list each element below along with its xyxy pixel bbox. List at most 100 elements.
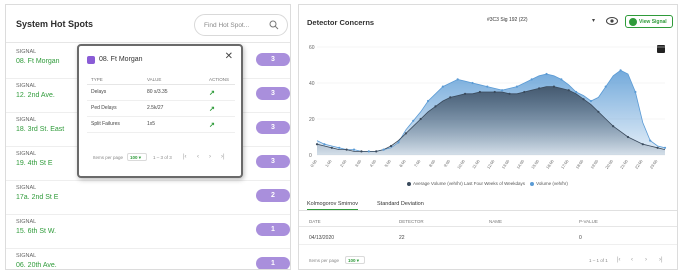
first-page-icon[interactable]: |‹: [617, 257, 621, 263]
table-row: Ped Delays 2.5k/27 ↗: [87, 101, 235, 117]
column-header-date: DATE: [309, 219, 321, 224]
average-volume-point: [582, 98, 585, 101]
next-page-icon[interactable]: ›: [209, 154, 211, 160]
table-row: 04/13/2020 22 0: [299, 233, 677, 245]
tab-standard-deviation[interactable]: Standard Deviation: [377, 201, 424, 207]
legend-label-volume: Volume (veh/hr): [536, 181, 568, 186]
spot-type-label: SIGNAL: [16, 49, 37, 55]
row-value: 2.5k/27: [147, 105, 164, 111]
issue-count-badge[interactable]: 1: [256, 223, 290, 236]
average-volume-point: [612, 125, 615, 128]
page-range: 1 – 3 of 3: [153, 155, 172, 160]
y-tick-label: 60: [309, 45, 315, 51]
column-header-actions: ACTIONS: [209, 77, 230, 82]
row-pvalue: 0: [579, 235, 582, 241]
legend-swatch-average: [407, 181, 411, 186]
popup-paginator: Items per page 100 ▾ 1 – 3 of 3 |‹ ‹ › ›…: [93, 153, 233, 164]
average-volume-point: [626, 135, 630, 139]
issue-count-badge[interactable]: 3: [256, 155, 290, 168]
divider: [6, 42, 290, 43]
items-per-page-label: Items per page: [309, 258, 340, 263]
x-tick-label: 12:00: [486, 158, 496, 170]
x-tick-label: 18:00: [575, 158, 585, 170]
volume-chart: 60 40 20 00:00 1:00 2:00 3:00 4:00 5:00 6:00 7:00 8…: [309, 45, 667, 170]
row-detector: 22: [399, 235, 405, 241]
detector-select[interactable]: #3C3 Sig 192 (22) ▾: [457, 17, 597, 28]
column-header-pvalue: P-VALUE: [579, 219, 598, 224]
view-signal-label: View Signal: [639, 19, 667, 25]
last-page-icon[interactable]: ›|: [221, 154, 225, 160]
spot-type-label: SIGNAL: [16, 151, 37, 157]
spot-name[interactable]: 19. 4th St E: [16, 160, 53, 167]
hot-spot-row[interactable]: SIGNAL 15. 6th St W. 1: [6, 215, 290, 249]
average-volume-point: [508, 92, 511, 95]
search-icon[interactable]: [269, 20, 279, 30]
close-icon[interactable]: ✕: [225, 51, 233, 62]
page-range: 1 – 1 of 1: [589, 258, 608, 263]
volume-point: [338, 146, 341, 149]
spot-name[interactable]: 06. 20th Ave.: [16, 262, 57, 269]
page-size-select[interactable]: 100 ▾: [345, 256, 365, 264]
next-page-icon[interactable]: ›: [645, 257, 647, 263]
volume-point: [426, 99, 430, 103]
spot-type-label: SIGNAL: [16, 185, 37, 191]
issue-count-badge[interactable]: 3: [256, 121, 290, 134]
average-volume-point: [523, 90, 526, 94]
spot-name[interactable]: 18. 3rd St. East: [16, 126, 64, 133]
trend-icon[interactable]: ↗: [209, 121, 215, 129]
first-page-icon[interactable]: |‹: [183, 154, 187, 160]
spot-name[interactable]: 17a. 2nd St E: [16, 194, 58, 201]
prev-page-icon[interactable]: ‹: [631, 257, 633, 263]
volume-point: [441, 85, 444, 88]
average-volume-point: [330, 146, 333, 149]
y-tick-label: 0: [309, 153, 312, 159]
average-volume-point: [360, 150, 363, 153]
hot-spot-search-input[interactable]: Find Hot Spot...: [194, 14, 288, 36]
trend-icon[interactable]: ↗: [209, 105, 215, 113]
hot-spot-detail-popup: 08. Ft Morgan ✕ TYPE VALUE ACTIONS Delay…: [77, 44, 243, 178]
column-header-detector: DETECTOR: [399, 219, 424, 224]
signal-icon: [87, 56, 95, 64]
issue-count-badge[interactable]: 3: [256, 53, 290, 66]
spot-type-label: SIGNAL: [16, 253, 37, 259]
x-tick-label: 21:00: [619, 158, 629, 170]
x-tick-label: 16:00: [545, 158, 555, 170]
row-type: Delays: [91, 89, 107, 95]
hot-spot-row[interactable]: SIGNAL 06. 20th Ave. 1: [6, 249, 290, 269]
volume-point: [575, 90, 578, 94]
average-volume-point: [404, 132, 407, 135]
spot-type-label: SIGNAL: [16, 117, 37, 123]
detector-concerns-panel: Detector Concerns #3C3 Sig 192 (22) ▾ Vi…: [298, 4, 678, 270]
volume-point: [323, 143, 326, 146]
x-tick-label: 4:00: [368, 158, 377, 168]
average-volume-point: [656, 146, 659, 149]
volume-point: [604, 85, 607, 88]
volume-point: [515, 85, 519, 88]
page-size-select[interactable]: 100 ▾: [127, 153, 147, 161]
average-volume-point: [419, 117, 422, 121]
spot-name[interactable]: 08. Ft Morgan: [16, 58, 60, 65]
x-tick-label: 0:00: [309, 158, 318, 168]
x-tick-label: 10:00: [456, 158, 466, 170]
average-volume-point: [478, 90, 481, 94]
issue-count-badge[interactable]: 2: [256, 189, 290, 202]
tab-kolmogorov-smirnov[interactable]: Kolmogorov Smirnov: [307, 201, 359, 210]
volume-point: [486, 85, 489, 88]
eye-icon[interactable]: [606, 16, 618, 26]
x-tick-label: 2:00: [339, 158, 348, 168]
spot-name[interactable]: 12. 2nd Ave.: [16, 92, 55, 99]
x-tick-label: 17:00: [560, 158, 570, 170]
spot-type-label: SIGNAL: [16, 219, 37, 225]
row-type: Ped Delays: [91, 105, 117, 111]
hot-spot-row[interactable]: SIGNAL 17a. 2nd St E 2: [6, 181, 290, 215]
prev-page-icon[interactable]: ‹: [197, 154, 199, 160]
trend-icon[interactable]: ↗: [209, 89, 215, 97]
spot-name[interactable]: 15. 6th St W.: [16, 228, 56, 235]
x-tick-label: 14:00: [515, 158, 525, 170]
view-signal-button[interactable]: View Signal: [625, 15, 673, 28]
issue-count-badge[interactable]: 1: [256, 257, 290, 269]
issue-count-badge[interactable]: 3: [256, 87, 290, 100]
popup-title: 08. Ft Morgan: [99, 56, 143, 63]
table-row: Delays 80 s/3.35 ↗: [87, 85, 235, 101]
last-page-icon[interactable]: ›|: [659, 257, 663, 263]
